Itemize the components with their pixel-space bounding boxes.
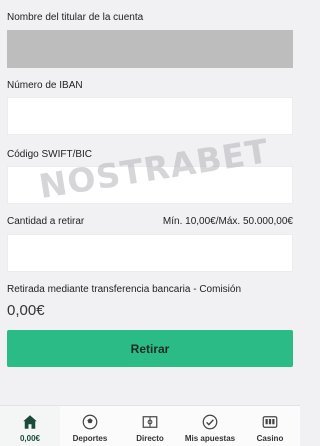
holder-label: Nombre del titular de la cuenta [7,12,144,23]
nav-label-home: 0,00€ [19,434,41,443]
fee-label: Retirada mediante transferencia bancaria… [7,284,242,295]
soccer-ball-icon [82,414,98,430]
field-icon [142,416,158,428]
slot-machine-icon [262,416,278,428]
swift-input[interactable] [8,167,292,203]
iban-field[interactable] [7,97,293,135]
nav-label-directo: Directo [136,434,164,443]
amount-input[interactable] [8,235,292,271]
nav-label-mis-apuestas: Mis apuestas [184,434,236,443]
amount-label: Cantidad a retirar [7,216,85,227]
nav-item-home[interactable]: 0,00€ [0,406,60,446]
holder-input [8,31,292,67]
iban-label: Número de IBAN [7,80,83,91]
nav-label-deportes: Deportes [72,434,108,443]
nav-item-directo[interactable]: Directo [120,406,180,446]
nav-item-mis-apuestas[interactable]: Mis apuestas [180,406,240,446]
iban-input[interactable] [8,98,292,134]
amount-field[interactable] [7,234,293,272]
nav-item-deportes[interactable]: Deportes [60,406,120,446]
holder-field [7,30,293,68]
swift-label: Código SWIFT/BIC [7,149,93,160]
bottom-nav: 0,00€ Deportes Directo Mis apuestas Casi… [0,405,300,446]
nav-item-casino[interactable]: Casino [240,406,300,446]
check-circle-icon [202,414,218,430]
swift-field[interactable] [7,166,293,204]
withdraw-button[interactable]: Retirar [7,330,293,367]
amount-limits: Mín. 10,00€/Máx. 50.000,00€ [162,216,293,227]
fee-value: 0,00€ [7,302,45,319]
nav-label-casino: Casino [256,434,284,443]
home-icon [23,415,37,429]
